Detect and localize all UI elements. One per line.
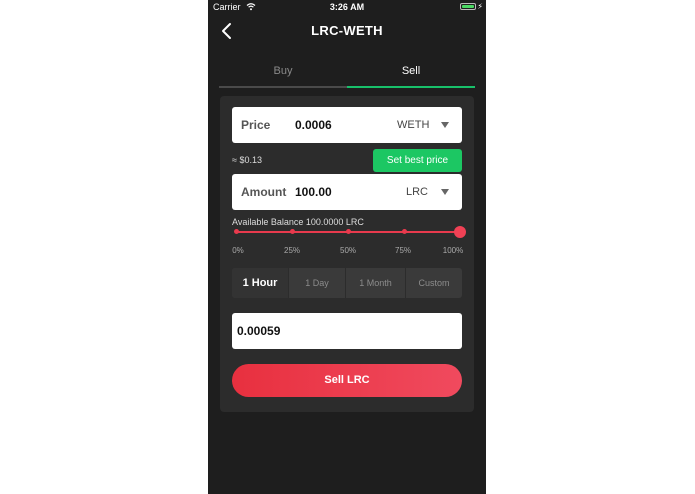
total-value[interactable]: 0.00059 [237,324,280,338]
price-label: Price [241,118,271,132]
charging-bolt-icon: ⚡ [477,2,483,11]
expiry-1-day[interactable]: 1 Day [289,268,346,298]
amount-value[interactable]: 100.00 [295,185,332,199]
amount-unit[interactable]: LRC [406,186,428,198]
slider-stop-50[interactable] [346,229,351,234]
status-time: 3:26 AM [329,2,365,12]
set-best-price-button[interactable]: Set best price [373,149,462,172]
slider-label-75: 75% [394,246,412,255]
status-bar: Carrier 3:26 AM ⚡ [208,0,486,14]
price-unit[interactable]: WETH [397,119,429,131]
total-input[interactable]: 0.00059 [232,313,462,349]
slider-label-100: 100% [442,246,464,255]
amount-field[interactable]: Amount 100.00 LRC [232,174,462,210]
price-unit-dropdown-icon[interactable] [441,122,449,128]
expiry-1-hour[interactable]: 1 Hour [232,268,289,298]
price-value[interactable]: 0.0006 [295,118,332,132]
phone-screen: Carrier 3:26 AM ⚡ LRC-WETH Buy Sell Pric… [208,0,486,494]
expiry-custom[interactable]: Custom [406,268,462,298]
battery-icon [460,3,476,10]
slider-stop-25[interactable] [290,229,295,234]
page-title: LRC-WETH [311,23,383,38]
nav-bar: LRC-WETH [208,14,486,50]
amount-slider[interactable] [234,226,466,238]
slider-label-0: 0% [232,246,244,255]
usd-estimate: ≈ $0.13 [232,155,262,165]
expiry-segmented-control: 1 Hour 1 Day 1 Month Custom [232,268,462,298]
slider-stop-75[interactable] [402,229,407,234]
order-side-tabs: Buy Sell [219,58,475,88]
sell-lrc-button[interactable]: Sell LRC [232,364,462,397]
order-form-card: Price 0.0006 WETH ≈ $0.13 Set best price… [220,96,474,412]
tab-buy[interactable]: Buy [219,58,347,88]
slider-thumb[interactable] [454,226,466,238]
amount-label: Amount [241,185,287,199]
expiry-1-month[interactable]: 1 Month [346,268,406,298]
slider-label-25: 25% [283,246,301,255]
amount-unit-dropdown-icon[interactable] [441,189,449,195]
price-field[interactable]: Price 0.0006 WETH [232,107,462,143]
slider-label-50: 50% [339,246,357,255]
tab-sell[interactable]: Sell [347,58,475,88]
slider-stop-0[interactable] [234,229,239,234]
